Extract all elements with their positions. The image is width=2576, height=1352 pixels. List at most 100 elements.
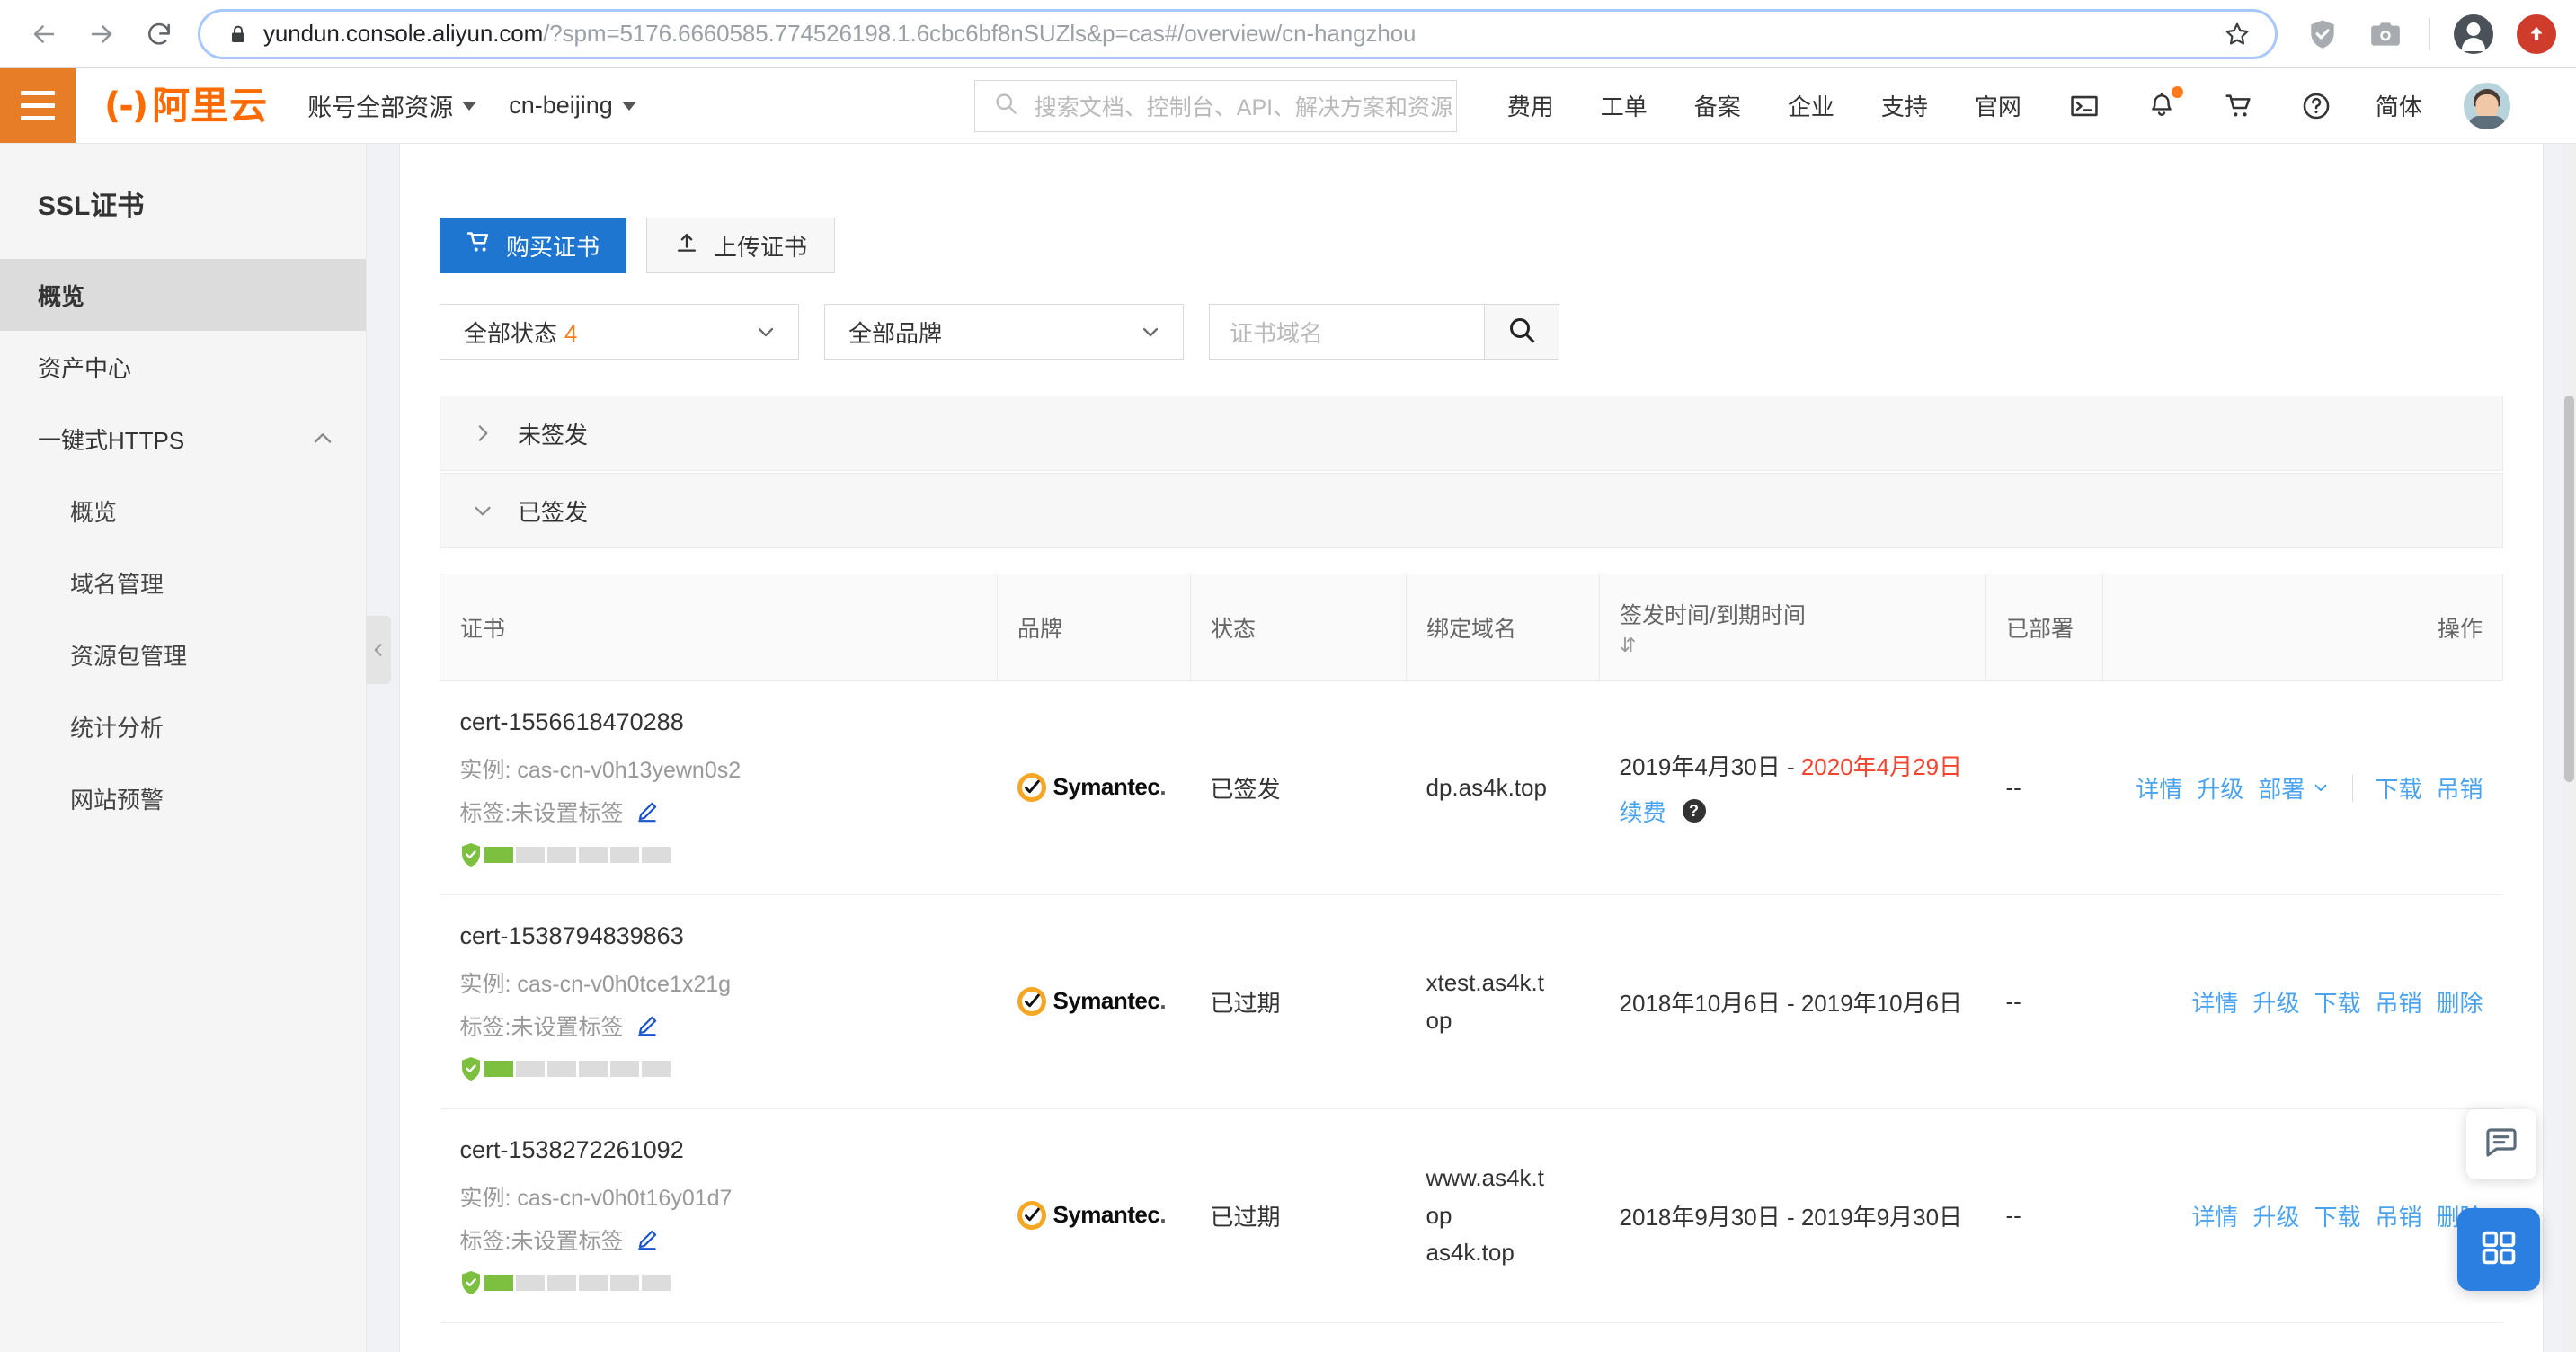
- aliyun-logo[interactable]: (-) 阿里云: [104, 85, 268, 127]
- column-header-bound-domain[interactable]: 绑定域名: [1406, 574, 1600, 681]
- sidebar-item-domain-management[interactable]: 域名管理: [0, 547, 366, 618]
- symantec-check-icon: [1017, 772, 1046, 802]
- op-delete-link[interactable]: 删除: [2436, 985, 2483, 1018]
- header-nav-工单[interactable]: 工单: [1601, 89, 1648, 122]
- buy-certificate-button[interactable]: 购买证书: [440, 218, 627, 273]
- reload-button[interactable]: [135, 10, 183, 58]
- sidebar-collapse-handle[interactable]: [366, 616, 391, 684]
- op-download-link[interactable]: 下载: [2375, 771, 2421, 805]
- brand-filter-select[interactable]: 全部品牌: [824, 304, 1184, 360]
- op-details-link[interactable]: 详情: [2136, 771, 2182, 805]
- sidebar-item-resource-package[interactable]: 资源包管理: [0, 618, 366, 690]
- bookmark-star-icon[interactable]: [2223, 20, 2252, 49]
- sidebar-title: SSL证书: [38, 191, 145, 221]
- resource-scope-selector[interactable]: 账号全部资源: [307, 88, 477, 123]
- table-row[interactable]: cert-1556618470288 实例: cas-cn-v0h13yewn0…: [440, 680, 2503, 895]
- op-details-link[interactable]: 详情: [2191, 1199, 2238, 1232]
- certificate-tag: 标签:未设置标签: [460, 1010, 978, 1042]
- op-revoke-link[interactable]: 吊销: [2375, 985, 2421, 1018]
- cell-issue-expiry: 2018年9月30日 - 2019年9月30日: [1599, 1108, 1986, 1323]
- op-download-link[interactable]: 下载: [2314, 1199, 2360, 1232]
- certificate-id[interactable]: cert-1538794839863: [460, 922, 978, 950]
- deployed-value: --: [2005, 1202, 2021, 1229]
- table-row[interactable]: cert-1538272261092 实例: cas-cn-v0h0t16y01…: [440, 1108, 2503, 1323]
- header-nav-费用[interactable]: 费用: [1507, 89, 1554, 122]
- column-header-operations[interactable]: 操作: [2102, 574, 2503, 681]
- notification-badge-dot: [2171, 85, 2183, 98]
- cloud-shell-terminal-icon[interactable]: [2066, 88, 2102, 124]
- chevron-down-icon: [471, 499, 494, 522]
- global-search-box[interactable]: 搜索文档、控制台、API、解决方案和资源: [973, 79, 1457, 132]
- symantec-check-icon: [1017, 1200, 1046, 1230]
- sort-arrows-icon[interactable]: ⇵: [1620, 634, 1966, 657]
- shopping-cart-icon[interactable]: [2221, 88, 2257, 124]
- notifications-bell-icon[interactable]: [2144, 85, 2183, 124]
- domain-search-input[interactable]: 证书域名: [1209, 304, 1484, 360]
- certificate-strength-meter: [460, 1270, 978, 1295]
- search-icon: [1506, 315, 1537, 350]
- user-avatar[interactable]: [2463, 82, 2510, 129]
- column-header-status[interactable]: 状态: [1190, 574, 1407, 681]
- edit-pencil-icon[interactable]: [635, 1228, 659, 1251]
- header-nav-备案[interactable]: 备案: [1694, 89, 1741, 122]
- op-upgrade-link[interactable]: 升级: [2252, 1199, 2299, 1232]
- op-details-link[interactable]: 详情: [2191, 985, 2238, 1018]
- help-icon[interactable]: ?: [1682, 799, 1706, 823]
- column-header-issue-expiry[interactable]: 签发时间/到期时间 ⇵: [1599, 574, 1986, 681]
- edit-pencil-icon[interactable]: [635, 800, 659, 823]
- cart-icon: [466, 230, 492, 262]
- shield-check-icon[interactable]: [2303, 14, 2342, 54]
- header-nav-官网[interactable]: 官网: [1975, 89, 2021, 122]
- back-button[interactable]: [20, 10, 68, 58]
- certificate-id[interactable]: cert-1538272261092: [460, 1136, 978, 1164]
- column-header-deployed[interactable]: 已部署: [1985, 574, 2103, 681]
- sidebar-item-site-alerts[interactable]: 网站预警: [0, 762, 366, 834]
- main-content: 购买证书 上传证书 全部状态 4 全部品牌 证书域名 未签发 已签发 证书 品牌…: [367, 144, 2576, 1352]
- status-filter-select[interactable]: 全部状态 4: [440, 304, 799, 360]
- op-download-link[interactable]: 下载: [2314, 985, 2360, 1018]
- region-selector[interactable]: cn-beijing: [509, 92, 636, 120]
- status-filter-label: 全部状态: [464, 319, 558, 347]
- op-revoke-link[interactable]: 吊销: [2375, 1199, 2421, 1232]
- domain-search-button[interactable]: [1484, 304, 1559, 360]
- sidebar-item-label: 网站预警: [70, 786, 164, 814]
- browser-update-icon[interactable]: [2517, 13, 2556, 54]
- menu-hamburger-button[interactable]: [0, 68, 76, 143]
- sidebar-item-label: 资源包管理: [70, 642, 188, 670]
- column-header-brand[interactable]: 品牌: [997, 574, 1191, 681]
- accordion-unissued[interactable]: 未签发: [440, 396, 2503, 471]
- column-header-certificate[interactable]: 证书: [440, 574, 998, 681]
- operations-divider: [2352, 774, 2354, 802]
- symantec-label: Symantec.: [1053, 773, 1167, 800]
- sidebar-item-overview[interactable]: 概览: [0, 259, 366, 331]
- certificate-id[interactable]: cert-1556618470288: [460, 708, 978, 736]
- browser-profile-avatar[interactable]: [2454, 13, 2493, 54]
- sidebar-item-one-click-https[interactable]: 一键式HTTPS: [0, 403, 366, 475]
- edit-pencil-icon[interactable]: [635, 1014, 659, 1037]
- cell-deployed: --: [1985, 1108, 2103, 1323]
- upload-certificate-button[interactable]: 上传证书: [646, 218, 836, 273]
- help-question-icon[interactable]: [2298, 88, 2334, 124]
- sidebar-item-statistics[interactable]: 统计分析: [0, 690, 366, 762]
- renew-link[interactable]: 续费: [1620, 795, 1666, 828]
- aliyun-logo-text: 阿里云: [152, 84, 269, 127]
- camera-icon[interactable]: [2366, 14, 2405, 54]
- header-nav-企业[interactable]: 企业: [1788, 89, 1834, 122]
- address-bar[interactable]: yundun.console.aliyun.com/?spm=5176.6660…: [198, 8, 2278, 59]
- sidebar-item-https-overview[interactable]: 概览: [0, 475, 366, 547]
- op-upgrade-link[interactable]: 升级: [2252, 985, 2299, 1018]
- page-scrollbar-thumb[interactable]: [2564, 396, 2574, 782]
- language-switcher[interactable]: 简体: [2376, 89, 2422, 122]
- page-scrollbar[interactable]: [2562, 144, 2576, 1352]
- sidebar-item-asset-center[interactable]: 资产中心: [0, 331, 366, 403]
- upload-icon: [674, 230, 699, 262]
- header-nav-支持[interactable]: 支持: [1881, 89, 1928, 122]
- accordion-issued[interactable]: 已签发: [440, 473, 2503, 548]
- op-revoke-link[interactable]: 吊销: [2436, 771, 2483, 805]
- op-deploy-link[interactable]: 部署: [2258, 771, 2331, 805]
- forward-button[interactable]: [77, 10, 126, 58]
- op-upgrade-link[interactable]: 升级: [2197, 771, 2243, 805]
- app-launcher-button[interactable]: [2457, 1208, 2540, 1291]
- chat-support-button[interactable]: [2466, 1109, 2536, 1179]
- table-row[interactable]: cert-1538794839863 实例: cas-cn-v0h0tce1x2…: [440, 894, 2503, 1109]
